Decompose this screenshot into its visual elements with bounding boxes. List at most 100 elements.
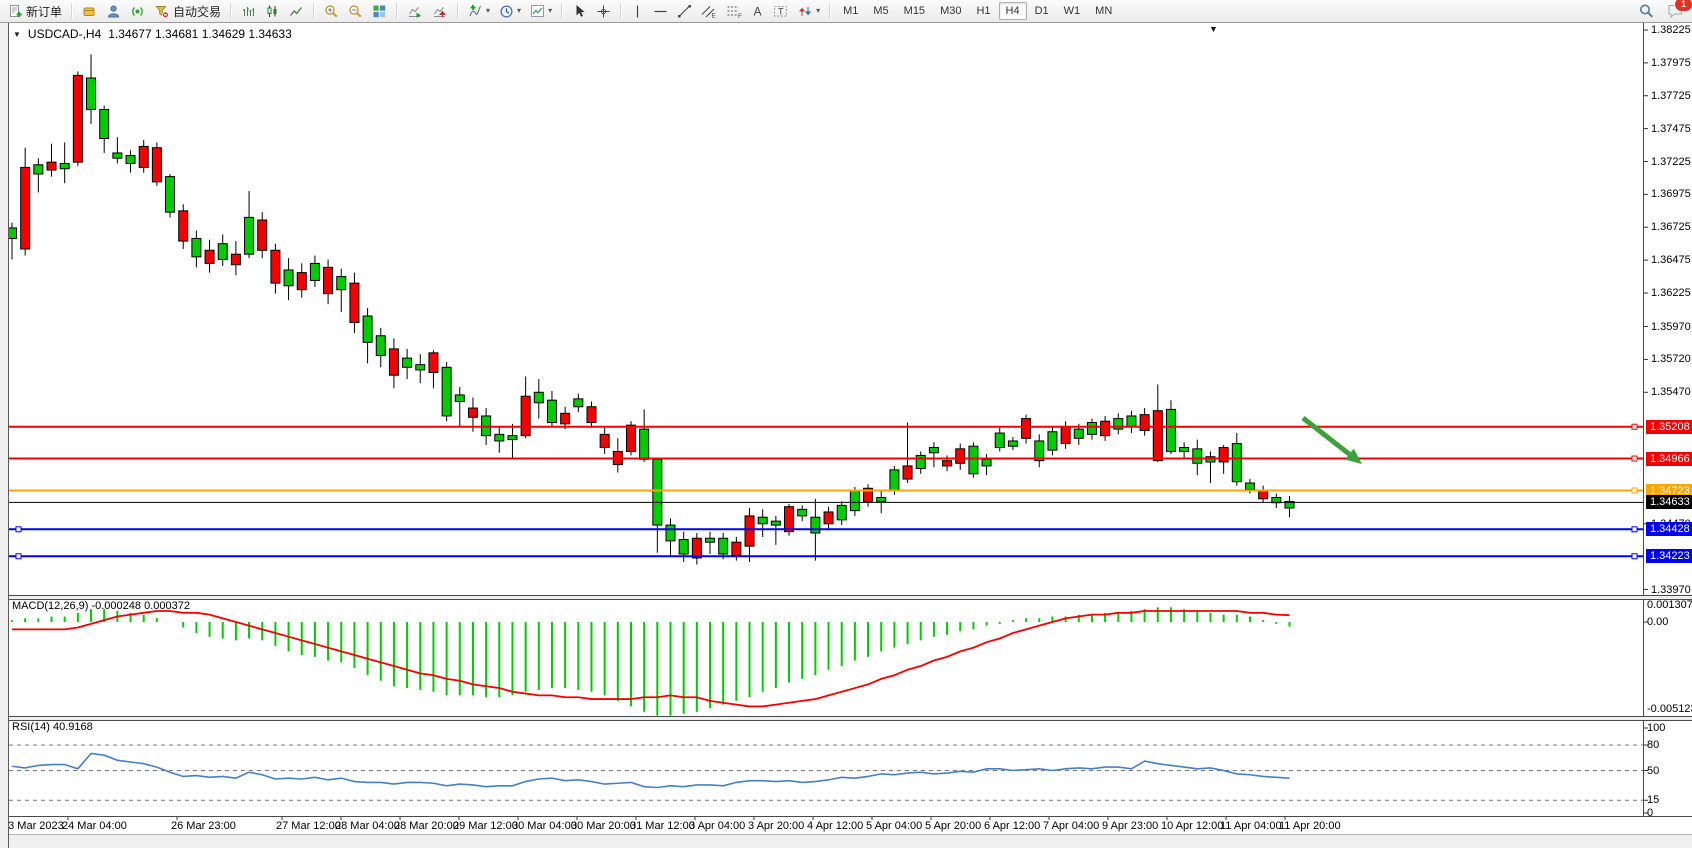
new-order-label: 新订单 [26,3,62,20]
one-click-dropdown-icon[interactable]: ▼ [13,30,21,39]
new-order-button[interactable]: 新订单 [4,0,66,22]
auto-scroll-icon [407,4,423,19]
time-label: 4 Apr 12:00 [807,820,863,832]
time-label: 28 Mar 04:00 [335,820,400,832]
price-tick-label: 1.35470 [1651,386,1691,398]
price-line-label-1.34428[interactable]: 1.34428 [1646,522,1692,536]
new-order-icon [8,4,23,19]
macd-rsi-splitter[interactable] [8,716,1692,721]
timeframe-button-H4[interactable]: H4 [999,2,1027,20]
price-tick-label: 1.36475 [1651,254,1691,266]
rsi-axis-label: 50 [1647,765,1659,777]
toolbar: 新订单 自动交易 [0,0,1692,23]
price-line-label-1.34966[interactable]: 1.34966 [1646,452,1692,466]
search-button[interactable] [1634,0,1659,22]
timeframe-button-H1[interactable]: H1 [969,2,997,20]
periods-button[interactable]: ▾ [495,0,525,22]
vertical-line-icon [631,4,644,19]
time-label: 3 Apr 20:00 [748,820,804,832]
chart-shift-button[interactable] [428,0,452,22]
text-icon: A [751,4,764,19]
toolbar-right: 1 [1634,0,1688,22]
arrows-caret-icon: ▾ [816,7,820,15]
timeframe-button-M5[interactable]: M5 [866,2,895,20]
bar-chart-button[interactable] [237,0,260,22]
window-bottom-strip [0,834,1692,848]
time-label: 3 Apr 04:00 [689,820,745,832]
auto-scroll-button[interactable] [403,0,427,22]
tile-windows-button[interactable] [368,0,391,22]
zoom-out-button[interactable] [344,0,367,22]
channel-button[interactable]: E [697,0,721,22]
cursor-button[interactable] [568,0,591,22]
channel-icon: E [701,4,717,19]
arrows-button[interactable]: ▾ [794,0,824,22]
autotrading-label: 自动交易 [173,3,221,20]
community-button[interactable] [102,0,125,22]
text-label-icon: T [773,4,789,19]
time-label: 10 Apr 12:00 [1161,820,1223,832]
line-chart-button[interactable] [285,0,308,22]
price-line-label-1.34223[interactable]: 1.34223 [1646,549,1692,563]
text-label-button[interactable]: T [769,0,793,22]
time-label: 24 Mar 04:00 [62,820,127,832]
timeframe-button-M15[interactable]: M15 [897,2,932,20]
line-chart-icon [289,4,304,19]
zoom-out-icon [348,4,363,19]
timeframe-button-D1[interactable]: D1 [1028,2,1056,20]
timeframe-button-M1[interactable]: M1 [836,2,865,20]
templates-icon [530,4,545,19]
cursor-icon [572,4,587,19]
text-button[interactable]: A [747,0,768,22]
price-tick-label: 1.37725 [1651,90,1691,102]
time-axis-border [8,816,1692,817]
autotrading-button[interactable]: 自动交易 [150,0,225,22]
price-line-label-1.35208[interactable]: 1.35208 [1646,420,1692,434]
chat-button[interactable]: 1 [1663,0,1688,22]
price-line-label-1.34633[interactable]: 1.34633 [1646,495,1692,509]
indicators-button[interactable]: ▾ [464,0,494,22]
svg-text:A: A [754,4,762,18]
timeframe-switcher: M1M5M15M30H1H4D1W1MN [836,2,1119,20]
time-label: 30 Mar 04:00 [512,820,577,832]
candlestick-chart-button[interactable] [261,0,284,22]
notification-badge: 1 [1674,0,1692,12]
templates-button[interactable]: ▾ [526,0,556,22]
bar-chart-icon [241,4,256,19]
macd-axis-zero: 0.00 [1647,616,1668,628]
autotrading-icon [154,4,170,19]
timeframe-button-W1[interactable]: W1 [1057,2,1088,20]
price-tick-label: 1.36225 [1651,287,1691,299]
time-label: 6 Apr 12:00 [984,820,1040,832]
scroll-end-marker: ▼ [1209,25,1218,34]
time-label: 7 Apr 04:00 [1043,820,1099,832]
svg-text:F: F [738,13,742,19]
macd-label: MACD(12,26,9) -0.000248 0.000372 [12,600,190,612]
timeframe-button-M30[interactable]: M30 [933,2,968,20]
chart-shift-icon [432,4,448,19]
separator [620,3,622,19]
signals-button[interactable] [126,0,149,22]
vertical-line-button[interactable] [627,0,648,22]
price-tick-label: 1.37975 [1651,57,1691,69]
community-icon [106,4,121,19]
fibonacci-button[interactable]: F [722,0,746,22]
price-tick-label: 1.36975 [1651,188,1691,200]
chart-title: ▼ USDCAD-,H4 1.34677 1.34681 1.34629 1.3… [13,27,292,41]
zoom-in-button[interactable] [320,0,343,22]
main-macd-splitter[interactable] [8,595,1692,600]
chart-plot-area[interactable] [9,24,1643,595]
rsi-axis-label: 15 [1647,794,1659,806]
crosshair-button[interactable] [592,0,615,22]
timeframe-button-MN[interactable]: MN [1088,2,1119,20]
separator [313,3,315,19]
mt4-terminal-window: 新订单 自动交易 [0,0,1692,848]
horizontal-line-button[interactable] [649,0,672,22]
clock-icon [499,4,514,19]
market-button[interactable] [78,0,101,22]
zoom-in-icon [324,4,339,19]
trendline-button[interactable] [673,0,696,22]
indicators-caret-icon: ▾ [486,7,490,15]
time-label: 5 Apr 20:00 [925,820,981,832]
search-icon [1638,3,1655,20]
